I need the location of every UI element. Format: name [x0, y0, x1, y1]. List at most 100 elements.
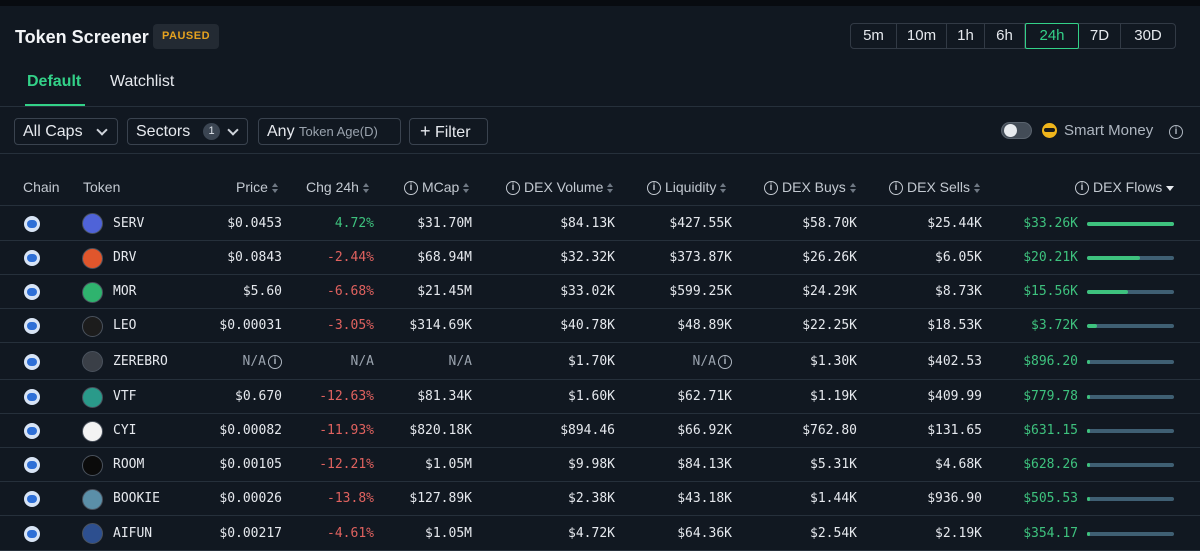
- sort-desc-icon: [1166, 183, 1175, 193]
- token-symbol[interactable]: ROOM: [113, 457, 144, 472]
- sort-icon: [720, 183, 727, 193]
- token-logo-icon: [82, 281, 103, 303]
- column-header-chain: Chain: [23, 179, 60, 195]
- sectors-dropdown[interactable]: Sectors 1: [127, 118, 248, 145]
- token-symbol[interactable]: LEO: [113, 318, 136, 333]
- timeframe-24h[interactable]: 24h: [1025, 23, 1079, 49]
- timeframe-7d[interactable]: 7D: [1079, 24, 1121, 48]
- table-row[interactable]: LEO $0.00031 -3.05% $314.69K $40.78K $48.89K $…: [0, 309, 1200, 343]
- column-header-dex-volume[interactable]: i DEX Volume: [506, 179, 614, 195]
- dex-flows-cell: $628.26: [1023, 457, 1078, 472]
- column-label: Liquidity: [665, 179, 717, 195]
- chg-cell: -11.93%: [319, 423, 374, 438]
- table-header: Chain Token Price Chg 24h i MCap i DEX Vol…: [0, 168, 1200, 206]
- timeframe-6h[interactable]: 6h: [985, 24, 1025, 48]
- price-cell: $5.60: [242, 284, 282, 299]
- token-symbol[interactable]: DRV: [113, 250, 136, 265]
- liquidity-cell: $48.89K: [677, 318, 732, 333]
- table-row[interactable]: VTF $0.670 -12.63% $81.34K $1.60K $62.71K $1.1…: [0, 380, 1200, 414]
- timeframe-5m[interactable]: 5m: [851, 24, 897, 48]
- token-symbol[interactable]: VTF: [113, 389, 136, 404]
- table-row[interactable]: SERV $0.0453 4.72% $31.70M $84.13K $427.55K $5…: [0, 206, 1200, 241]
- tab-default[interactable]: Default: [27, 73, 81, 91]
- token-symbol[interactable]: MOR: [113, 284, 136, 299]
- token-symbol[interactable]: CYI: [113, 423, 136, 438]
- status-badge: PAUSED: [153, 24, 220, 49]
- dex-volume-cell: $32.32K: [560, 250, 615, 265]
- column-header-chg[interactable]: Chg 24h: [306, 179, 370, 195]
- tab-watchlist[interactable]: Watchlist: [110, 73, 174, 91]
- dex-volume-cell: $40.78K: [560, 318, 615, 333]
- dex-volume-cell: $1.70K: [568, 353, 615, 369]
- timeframe-30d[interactable]: 30D: [1121, 24, 1175, 48]
- caps-dropdown[interactable]: All Caps: [14, 118, 118, 145]
- column-header-dex-buys[interactable]: i DEX Buys: [764, 179, 857, 195]
- column-label: DEX Volume: [524, 179, 604, 195]
- plus-icon: +: [420, 121, 431, 141]
- table-row[interactable]: DRV $0.0843 -2.44% $68.94M $32.32K $373.87K $2…: [0, 241, 1200, 275]
- dex-flow-bar: [1087, 324, 1174, 328]
- dex-flow-bar: [1087, 395, 1174, 399]
- mcap-cell: $127.89K: [409, 491, 472, 506]
- na-info-icon[interactable]: i: [718, 354, 732, 369]
- base-chain-icon: [24, 250, 40, 266]
- token-symbol[interactable]: ZEREBRO: [113, 354, 168, 369]
- token-symbol[interactable]: AIFUN: [113, 526, 152, 541]
- table-row[interactable]: ROOM $0.00105 -12.21% $1.05M $9.98K $84.13K $5…: [0, 448, 1200, 482]
- add-filter-button[interactable]: + Filter: [409, 118, 488, 145]
- dex-flow-bar: [1087, 256, 1174, 260]
- dex-flow-bar: [1087, 463, 1174, 467]
- dex-volume-cell: $33.02K: [560, 284, 615, 299]
- timeframe-10m[interactable]: 10m: [897, 24, 947, 48]
- table-row[interactable]: ZEREBRO N/A i N/A N/A $1.70K N/A i $1.30K $402.53…: [0, 343, 1200, 380]
- info-icon: i: [404, 181, 418, 195]
- liquidity-cell: $84.13K: [677, 457, 732, 472]
- liquidity-cell: $427.55K: [669, 215, 732, 231]
- dex-flow-bar-fill: [1087, 359, 1090, 364]
- column-label: Price: [236, 179, 268, 195]
- dex-sells-cell: $25.44K: [927, 215, 982, 231]
- na-info-icon[interactable]: i: [268, 354, 282, 369]
- dex-flow-bar: [1087, 359, 1174, 364]
- chg-cell: -6.68%: [327, 284, 374, 299]
- dex-flow-bar-fill: [1087, 463, 1090, 467]
- column-header-dex-sells[interactable]: i DEX Sells: [889, 179, 981, 195]
- column-header-mcap[interactable]: i MCap: [404, 179, 470, 195]
- dex-buys-cell: $24.29K: [802, 284, 857, 299]
- column-header-dex-flows[interactable]: i DEX Flows: [1075, 179, 1175, 195]
- info-icon: i: [647, 181, 661, 195]
- token-symbol[interactable]: BOOKIE: [113, 491, 160, 506]
- dex-flow-bar: [1087, 497, 1174, 501]
- column-header-liquidity[interactable]: i Liquidity: [647, 179, 727, 195]
- table-row[interactable]: MOR $5.60 -6.68% $21.45M $33.02K $599.25K $24.…: [0, 275, 1200, 309]
- token-age-label: Any: [267, 123, 295, 140]
- mcap-cell: $81.34K: [417, 389, 472, 404]
- dex-flow-bar: [1087, 290, 1174, 294]
- dex-flow-bar-fill: [1087, 429, 1090, 433]
- dex-sells-cell: $936.90: [927, 491, 982, 506]
- liquidity-cell: N/A: [692, 353, 716, 369]
- smart-money-info-icon[interactable]: i: [1169, 125, 1183, 139]
- smart-money-toggle[interactable]: [1001, 122, 1032, 139]
- token-symbol[interactable]: SERV: [113, 216, 144, 231]
- add-filter-label: Filter: [434, 124, 471, 141]
- dex-flows-cell: $33.26K: [1023, 215, 1078, 231]
- sunglasses-icon: [1042, 123, 1057, 138]
- base-chain-icon: [24, 457, 40, 473]
- timeframe-1h[interactable]: 1h: [947, 24, 985, 48]
- dex-flow-bar-fill: [1087, 290, 1128, 294]
- column-header-price[interactable]: Price: [236, 179, 279, 195]
- dex-buys-cell: $2.54K: [810, 525, 857, 541]
- mcap-cell: $1.05M: [425, 457, 472, 472]
- dex-flows-cell: $20.21K: [1023, 250, 1078, 265]
- dex-buys-cell: $1.19K: [810, 389, 857, 404]
- liquidity-cell: $373.87K: [669, 250, 732, 265]
- dex-sells-cell: $2.19K: [935, 525, 982, 541]
- base-chain-icon: [24, 318, 40, 334]
- table-row[interactable]: CYI $0.00082 -11.93% $820.18K $894.46 $66.92K…: [0, 414, 1200, 448]
- token-age-input[interactable]: Any Token Age(D): [258, 118, 401, 145]
- table-row[interactable]: BOOKIE $0.00026 -13.8% $127.89K $2.38K $43.18…: [0, 482, 1200, 516]
- sort-icon: [463, 183, 470, 193]
- table-row[interactable]: AIFUN $0.00217 -4.61% $1.05M $4.72K $64.36K $2…: [0, 516, 1200, 551]
- token-logo-icon: [82, 351, 103, 372]
